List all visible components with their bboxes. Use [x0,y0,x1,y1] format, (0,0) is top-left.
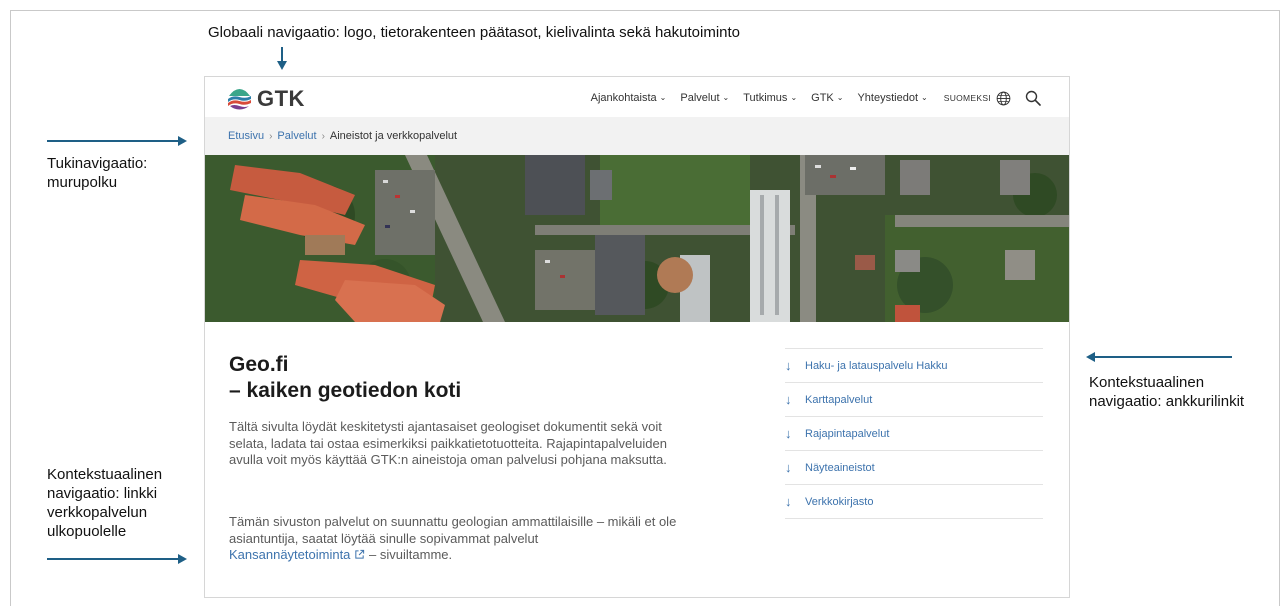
annotation-external-line2: navigaatio: linkki [47,485,158,502]
annotation-breadcrumb-nav: Tukinavigaatio: murupolku [47,154,147,192]
anchor-link-hakku[interactable]: ↓ Haku- ja latauspalvelu Hakku [785,349,1043,383]
chevron-down-icon: ⌄ [790,93,798,102]
page-title-line1: Geo.fi [229,353,289,376]
menu-item-yhteystiedot[interactable]: Yhteystiedot ⌄ [857,92,927,104]
breadcrumb-separator-icon: › [269,130,273,142]
breadcrumb-separator-icon: › [321,130,325,142]
annotation-arrow-breadcrumb [47,136,187,146]
annotation-arrow-anchors [1086,352,1232,362]
menu-item-ajankohtaista[interactable]: Ajankohtaista ⌄ [591,92,667,104]
menu-item-gtk[interactable]: GTK ⌄ [811,92,843,104]
menu-item-label: Yhteystiedot [857,92,919,104]
annotation-anchor-nav: Kontekstuaalinen navigaatio: ankkurilink… [1089,373,1244,411]
annotation-external-line1: Kontekstuaalinen [47,466,163,483]
annotation-arrow-external [47,554,187,564]
main-menu: Ajankohtaista ⌄ Palvelut ⌄ Tutkimus ⌄ GTK ⌄ … [577,90,1041,106]
page-title: Geo.fi – kaiken geotiedon koti [229,352,461,404]
hero-aerial-image [205,155,1069,322]
annotation-arrow-global-nav [277,47,287,70]
anchor-link-karttapalvelut[interactable]: ↓ Karttapalvelut [785,383,1043,417]
arrow-down-icon: ↓ [785,494,792,509]
menu-item-palvelut[interactable]: Palvelut ⌄ [680,92,729,104]
arrow-down-icon: ↓ [785,392,792,407]
anchor-label: Näyteaineistot [805,461,875,474]
annotation-global-nav: Globaali navigaatio: logo, tietorakentee… [208,24,741,41]
page-title-line2: – kaiken geotiedon koti [229,379,462,402]
menu-item-label: GTK [811,92,834,104]
intro-paragraph: Tältä sivulta löydät keskitetysti ajanta… [229,419,667,467]
aerial-city-illustration [205,155,1069,322]
annotation-external-nav: Kontekstuaalinen navigaatio: linkki verk… [47,465,162,541]
arrow-down-icon: ↓ [785,358,792,373]
anchor-link-verkkokirjasto[interactable]: ↓ Verkkokirjasto [785,485,1043,519]
external-link-kansannaytetoiminta[interactable]: Kansannäytetoiminta [229,547,365,562]
annotation-external-line3: verkkopalvelun [47,504,148,521]
globe-icon [996,91,1011,105]
breadcrumb-home-link[interactable]: Etusivu [228,130,264,142]
audience-text: Tämän sivuston palvelut on suunnattu geo… [229,514,677,546]
external-link-label: Kansannäytetoiminta [229,547,351,562]
logo-text: GTK [257,86,305,111]
audience-text-end: – sivuiltamme. [369,547,453,562]
menu-item-tutkimus[interactable]: Tutkimus ⌄ [743,92,797,104]
chevron-down-icon: ⌄ [659,93,667,102]
gtk-logo[interactable]: GTK [227,86,305,112]
search-icon[interactable] [1025,90,1041,106]
menu-item-label: Palvelut [680,92,720,104]
anchor-label: Rajapintapalvelut [805,427,890,440]
arrow-down-icon: ↓ [785,426,792,441]
language-label: SUOMEKSI [943,93,991,103]
breadcrumb-current: Aineistot ja verkkopalvelut [329,130,458,142]
chevron-down-icon: ⌄ [722,93,730,102]
arrow-down-icon: ↓ [785,460,792,475]
anchor-label: Verkkokirjasto [805,495,874,508]
annotation-breadcrumb-line1: Tukinavigaatio: [47,155,148,172]
annotation-breadcrumb-line2: murupolku [47,174,118,191]
breadcrumb: Etusivu › Palvelut › Aineistot ja verkko… [205,117,1069,155]
menu-item-label: Tutkimus [743,92,788,104]
anchor-links: ↓ Haku- ja latauspalvelu Hakku ↓ Karttapal… [785,348,1043,519]
anchor-label: Karttapalvelut [805,393,873,406]
anchor-label: Haku- ja latauspalvelu Hakku [805,359,948,372]
annotation-external-line4: ulkopuolelle [47,523,127,540]
anchor-link-nayteaineistot[interactable]: ↓ Näyteaineistot [785,451,1043,485]
audience-paragraph: Tämän sivuston palvelut on suunnattu geo… [229,514,709,564]
language-selector[interactable]: SUOMEKSI [944,91,1011,106]
menu-item-label: Ajankohtaista [590,92,657,104]
annotation-anchor-line1: Kontekstuaalinen [1089,374,1205,391]
global-navigation: GTK Ajankohtaista ⌄ Palvelut ⌄ Tutkimus ⌄ G… [205,77,1069,117]
chevron-down-icon: ⌄ [921,93,928,102]
anchor-link-rajapintapalvelut[interactable]: ↓ Rajapintapalvelut [785,417,1043,451]
breadcrumb-section-link[interactable]: Palvelut [277,130,316,142]
external-link-icon [355,549,365,559]
gtk-logo-mark-icon [228,89,251,110]
website-mockup: GTK Ajankohtaista ⌄ Palvelut ⌄ Tutkimus ⌄ G… [204,76,1070,598]
annotation-anchor-line2: navigaatio: ankkurilinkit [1089,393,1245,410]
chevron-down-icon: ⌄ [836,93,844,102]
